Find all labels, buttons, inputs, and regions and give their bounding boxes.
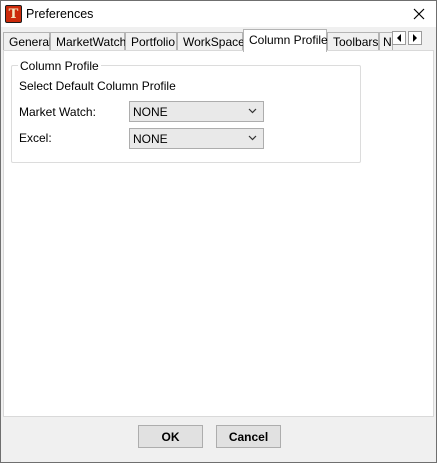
column-profile-group: Column Profile Select Default Column Pro… <box>11 59 361 163</box>
app-logo-icon: T <box>5 5 22 23</box>
arrow-right-icon <box>413 34 417 42</box>
market-watch-selected-value: NONE <box>133 104 168 119</box>
tab-toolbars[interactable]: Toolbars <box>327 32 379 51</box>
tab-marketwatch[interactable]: MarketWatch <box>50 32 126 51</box>
ok-button[interactable]: OK <box>138 425 203 448</box>
close-icon <box>413 8 425 20</box>
cancel-button[interactable]: Cancel <box>216 425 281 448</box>
excel-label: Excel: <box>19 131 52 145</box>
tab-scroll-right-button[interactable] <box>408 31 422 45</box>
tab-strip: General MarketWatch Portfolio WorkSpace … <box>3 29 434 52</box>
market-watch-profile-select[interactable]: NONE <box>129 101 264 122</box>
tab-column-profile[interactable]: Column Profile <box>243 29 328 52</box>
window-title: Preferences <box>26 7 94 21</box>
tab-panel-column-profile: Column Profile Select Default Column Pro… <box>3 50 434 417</box>
title-bar[interactable]: T Preferences <box>1 1 436 27</box>
app-logo-letter: T <box>8 6 19 22</box>
excel-selected-value: NONE <box>133 131 168 146</box>
tab-portfolio[interactable]: Portfolio <box>125 32 177 51</box>
chevron-down-icon <box>248 108 257 114</box>
instruction-text: Select Default Column Profile <box>19 79 176 93</box>
tab-scroll-left-button[interactable] <box>392 31 406 45</box>
arrow-left-icon <box>397 34 401 42</box>
close-button[interactable] <box>402 1 436 27</box>
tab-general[interactable]: General <box>3 32 52 51</box>
tab-workspace[interactable]: WorkSpace <box>177 32 245 51</box>
market-watch-label: Market Watch: <box>19 105 96 119</box>
excel-profile-select[interactable]: NONE <box>129 128 264 149</box>
chevron-down-icon <box>248 135 257 141</box>
preferences-dialog: T Preferences General MarketWatch Portfo… <box>0 0 437 463</box>
tab-next-partial[interactable]: N <box>379 32 393 51</box>
group-title: Column Profile <box>18 59 101 73</box>
